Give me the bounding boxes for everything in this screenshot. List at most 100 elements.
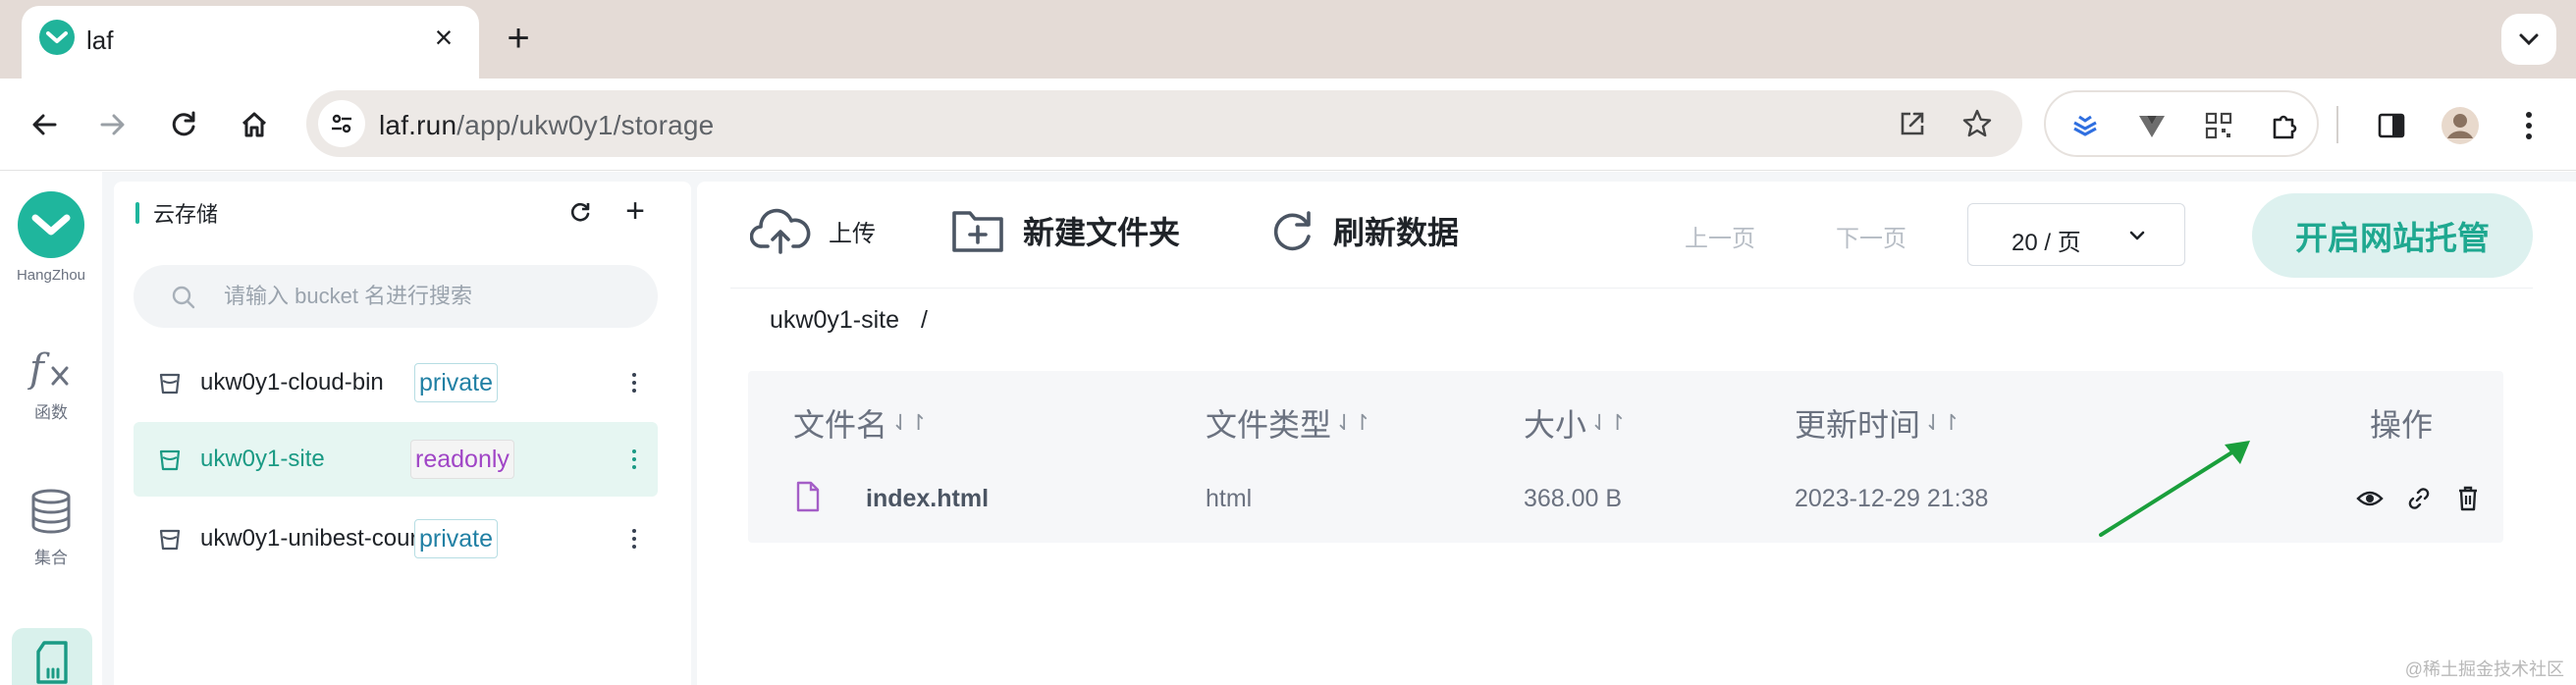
qr-code-icon[interactable] <box>2199 106 2238 145</box>
forward-button[interactable] <box>88 100 137 149</box>
column-label: 大小 <box>1524 407 1587 443</box>
next-page-button[interactable]: 下一页 <box>1836 219 1906 253</box>
delete-trash-icon[interactable] <box>2452 483 2484 514</box>
bucket-item-unibest-course[interactable]: ukw0y1-unibest-course private <box>134 501 658 576</box>
site-info-icon[interactable] <box>318 100 365 147</box>
column-header-size[interactable]: 大小 ⇃↾ <box>1524 400 1627 446</box>
bucket-more-icon[interactable] <box>624 440 644 479</box>
bucket-policy-badge: private <box>414 519 499 558</box>
breadcrumb-bucket[interactable]: ukw0y1-site <box>770 306 899 334</box>
tab-search-button[interactable] <box>2501 14 2556 65</box>
upload-button[interactable]: 上传 <box>750 201 876 260</box>
sort-icon[interactable]: ⇃↾ <box>891 410 928 436</box>
bucket-search-input[interactable] <box>224 265 636 328</box>
extensions-group <box>2044 90 2319 157</box>
region-label: HangZhou <box>16 267 86 284</box>
refresh-icon <box>1273 211 1311 251</box>
new-folder-button[interactable]: 新建文件夹 <box>950 201 1180 260</box>
home-button[interactable] <box>230 100 279 149</box>
laf-favicon-icon <box>39 20 75 55</box>
refresh-data-button[interactable]: 刷新数据 <box>1268 201 1459 260</box>
nav-functions-label: 函数 <box>34 403 68 422</box>
arrow-left-icon <box>32 114 57 135</box>
nav-collections[interactable]: 集合 <box>0 488 102 568</box>
browser-tab-strip: laf × + <box>0 0 2576 79</box>
file-icon <box>796 481 820 512</box>
column-header-updated[interactable]: 更新时间 ⇃↾ <box>1795 400 1960 446</box>
preview-eye-icon[interactable] <box>2354 483 2386 514</box>
bucket-icon <box>159 373 181 395</box>
url-text[interactable]: laf.run/app/ukw0y1/storage <box>379 110 714 141</box>
storage-card-icon <box>36 641 68 684</box>
cloud-upload-icon <box>750 208 811 254</box>
home-icon <box>242 112 267 137</box>
bucket-search <box>134 265 658 328</box>
puzzle-extensions-icon[interactable] <box>2266 106 2305 145</box>
open-in-app-icon[interactable] <box>1893 104 1932 143</box>
sort-icon[interactable]: ⇃↾ <box>1335 410 1371 436</box>
reload-button[interactable] <box>159 100 208 149</box>
nav-functions[interactable]: f 函数 <box>0 346 102 423</box>
svg-text:f: f <box>27 346 50 390</box>
enable-website-hosting-button[interactable]: 开启网站托管 <box>2252 193 2533 278</box>
add-bucket-button[interactable]: + <box>617 193 654 231</box>
bucket-name: ukw0y1-unibest-course <box>200 525 443 552</box>
folder-plus-icon <box>952 211 1003 252</box>
refresh-data-label: 刷新数据 <box>1333 215 1460 250</box>
sort-icon[interactable]: ⇃↾ <box>1590 410 1627 436</box>
profile-avatar-icon[interactable] <box>2439 104 2482 147</box>
breadcrumb-separator: / <box>921 306 928 334</box>
search-icon <box>172 286 195 309</box>
bucket-item-cloud-bin[interactable]: ukw0y1-cloud-bin private <box>134 345 658 420</box>
tab-close-icon[interactable]: × <box>426 20 461 55</box>
app-left-nav: HangZhou f 函数 集合 <box>0 172 102 685</box>
prev-page-button[interactable]: 上一页 <box>1685 219 1755 253</box>
side-panel-icon[interactable] <box>2370 104 2413 147</box>
bucket-policy-badge: private <box>414 363 499 402</box>
tab-title: laf <box>86 26 114 55</box>
bucket-name: ukw0y1-site <box>200 446 325 472</box>
column-label: 文件类型 <box>1206 407 1332 443</box>
arrow-right-icon <box>100 114 125 135</box>
file-size: 368.00 B <box>1524 485 1623 512</box>
browser-tab[interactable]: laf × <box>22 6 479 79</box>
laf-logo-icon[interactable] <box>18 191 84 258</box>
column-label: 操作 <box>2370 407 2434 443</box>
refresh-buckets-button[interactable] <box>564 195 597 229</box>
reload-icon <box>172 111 195 136</box>
file-name[interactable]: index.html <box>866 485 989 513</box>
column-header-actions: 操作 <box>2370 400 2433 446</box>
refresh-icon <box>570 202 590 222</box>
bucket-policy-badge: readonly <box>410 440 514 479</box>
column-label: 文件名 <box>793 407 888 443</box>
column-header-name[interactable]: 文件名 ⇃↾ <box>793 400 928 446</box>
new-tab-button[interactable]: + <box>499 19 538 59</box>
annotation-arrow-icon <box>2099 441 2250 537</box>
bookmark-star-icon[interactable] <box>1958 104 1997 143</box>
file-updated-time: 2023-12-29 21:38 <box>1795 485 1989 512</box>
copy-link-icon[interactable] <box>2403 483 2435 514</box>
laf-app: HangZhou f 函数 集合 云存储 + ukw0y1-cloud-bin <box>0 172 2576 685</box>
upload-label: 上传 <box>829 220 876 247</box>
sort-icon[interactable]: ⇃↾ <box>1924 410 1960 436</box>
layers-extension-icon[interactable] <box>2066 106 2105 145</box>
browser-toolbar: laf.run/app/ukw0y1/storage <box>0 79 2576 171</box>
bucket-item-site[interactable]: ukw0y1-site readonly <box>134 422 658 497</box>
browser-menu-icon[interactable] <box>2507 104 2550 147</box>
back-button[interactable] <box>20 100 69 149</box>
nav-storage[interactable] <box>12 628 92 685</box>
breadcrumb: ukw0y1-site / <box>770 306 928 335</box>
header-divider <box>730 288 2533 289</box>
column-header-type[interactable]: 文件类型 ⇃↾ <box>1206 400 1371 446</box>
function-icon: f <box>27 346 69 392</box>
bucket-more-icon[interactable] <box>624 363 644 402</box>
new-folder-label: 新建文件夹 <box>1023 215 1181 250</box>
address-bar[interactable]: laf.run/app/ukw0y1/storage <box>306 90 2022 157</box>
file-browser: 上传 新建文件夹 刷新数据 上一页 下一页 20 / 页 开启网站托管 ukw0… <box>697 182 2576 685</box>
chevron-down-icon <box>2519 33 2539 46</box>
page-size-value: 20 / 页 <box>2012 230 2081 256</box>
vue-devtools-icon[interactable] <box>2132 106 2172 145</box>
title-accent-bar <box>135 202 139 224</box>
bucket-more-icon[interactable] <box>624 519 644 558</box>
page-size-select[interactable]: 20 / 页 <box>1967 203 2185 266</box>
